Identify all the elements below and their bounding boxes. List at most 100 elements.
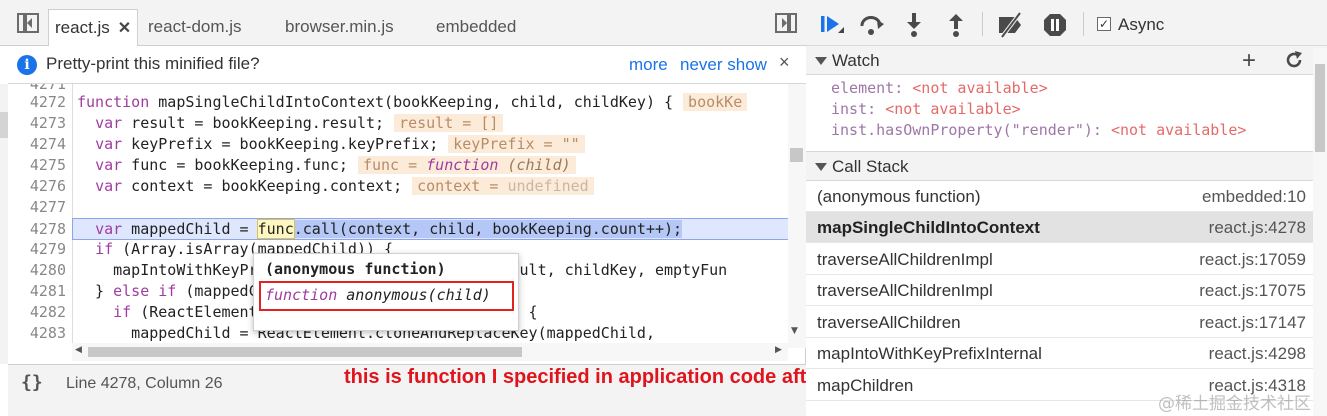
call-frame[interactable]: traverseAllChildrenImpl react.js:17059: [806, 244, 1327, 275]
keyword: else if: [113, 282, 177, 300]
code-line-4275: var func = bookKeeping.func; func = funct…: [77, 155, 576, 176]
line-number-breakpoint[interactable]: 4278: [8, 219, 68, 240]
line-number[interactable]: 4284: [8, 344, 68, 348]
call-frame[interactable]: traverseAllChildren react.js:17147: [806, 307, 1327, 338]
line-number[interactable]: 4282: [8, 302, 68, 323]
collapse-arrow-icon[interactable]: [815, 57, 827, 65]
gutter-divider: [72, 84, 73, 348]
popover-function-value[interactable]: function anonymous(child): [265, 286, 491, 304]
tab-react-js[interactable]: react.js ✕: [48, 9, 139, 46]
watch-item[interactable]: element: <not available>: [831, 79, 1048, 97]
close-icon[interactable]: ×: [779, 52, 790, 73]
toggle-debugger-icon[interactable]: [775, 13, 797, 33]
frame-function: mapChildren: [817, 376, 914, 395]
call-frame[interactable]: mapIntoWithKeyPrefixInternal react.js:429…: [806, 338, 1327, 369]
scroll-right-arrow-icon[interactable]: ▶: [775, 345, 782, 355]
inline-value: result = []: [394, 114, 504, 132]
editor-vertical-scrollbar[interactable]: [788, 84, 806, 348]
function-signature: anonymous(child): [337, 286, 491, 304]
frame-function: traverseAllChildrenImpl: [817, 281, 993, 300]
watch-item[interactable]: inst.hasOwnProperty("render"): <not avai…: [831, 121, 1246, 139]
code-line-4276: var context = bookKeeping.context; contex…: [77, 176, 594, 197]
tab-label: react.js: [55, 18, 110, 37]
tab-embedded[interactable]: embedded: [436, 9, 516, 46]
code-text: mappedChild =: [122, 220, 258, 238]
watch-section-header[interactable]: Watch +: [806, 45, 1327, 75]
scroll-left-arrow-icon[interactable]: ◀: [75, 345, 82, 355]
tab-browser-min-js[interactable]: browser.min.js: [285, 9, 394, 46]
step-into-icon[interactable]: [904, 12, 924, 38]
watch-item[interactable]: inst: <not available>: [831, 100, 1021, 118]
line-number[interactable]: 4272: [8, 92, 68, 113]
call-frame[interactable]: traverseAllChildrenImpl react.js:17075: [806, 275, 1327, 306]
code-text: result = bookKeeping.result;: [122, 114, 385, 132]
infobar-message: Pretty-print this minified file?: [46, 54, 260, 73]
code-text: }: [77, 282, 114, 300]
call-stack-section-header[interactable]: Call Stack: [806, 151, 1327, 181]
keyword: var: [95, 220, 123, 238]
step-out-icon[interactable]: [946, 12, 966, 38]
hover-value-popover: (anonymous function) function anonymous(…: [253, 253, 519, 331]
debugger-toolbar: ✓ Async: [806, 0, 1327, 48]
scroll-down-arrow-icon[interactable]: ▼: [791, 326, 798, 336]
scrollbar-thumb[interactable]: [1315, 64, 1325, 152]
frame-function: traverseAllChildren: [817, 313, 961, 332]
async-checkbox[interactable]: ✓: [1097, 17, 1111, 31]
pause-on-exceptions-icon[interactable]: [1042, 12, 1068, 38]
frame-location: react.js:17059: [1199, 250, 1306, 269]
call-frame-selected[interactable]: mapSingleChildIntoContext react.js:4278: [806, 212, 1327, 243]
step-over-icon[interactable]: [858, 12, 886, 38]
add-watch-icon[interactable]: +: [1242, 47, 1256, 75]
deactivate-breakpoints-icon[interactable]: [996, 11, 1026, 39]
hovered-token[interactable]: func: [256, 219, 295, 239]
keyword: var: [95, 156, 123, 174]
inline-value: bookKe: [683, 93, 748, 111]
code-line-4273: var result = bookKeeping.result; result =…: [77, 113, 504, 134]
scrollbar-thumb[interactable]: [88, 347, 522, 357]
close-tab-icon[interactable]: ✕: [118, 20, 131, 37]
line-number[interactable]: 4280: [8, 260, 68, 281]
frame-location: react.js:4298: [1208, 344, 1306, 363]
line-number[interactable]: 4273: [8, 113, 68, 134]
inline-value: context = undefined: [412, 177, 594, 195]
line-number[interactable]: 4279: [8, 239, 68, 260]
refresh-icon[interactable]: [1284, 50, 1304, 75]
inline-value-undefined: undefined: [507, 177, 589, 195]
code-text: mapSingleChildIntoContext(bookKeeping, c…: [149, 93, 674, 111]
line-number[interactable]: 4275: [8, 155, 68, 176]
scrollbar-thumb[interactable]: [790, 148, 803, 162]
code-text: context = bookKeeping.context;: [122, 177, 403, 195]
collapse-arrow-icon[interactable]: [815, 163, 827, 171]
line-number[interactable]: 4274: [8, 134, 68, 155]
never-show-link[interactable]: never show: [680, 55, 767, 75]
frame-function: mapIntoWithKeyPrefixInternal: [817, 344, 1042, 363]
code-line-4278: var mappedChild = func.call(context, chi…: [77, 219, 683, 240]
keyword: var: [95, 114, 123, 132]
frame-function: traverseAllChildrenImpl: [817, 250, 993, 269]
toggle-navigator-icon[interactable]: [17, 13, 39, 33]
toolbar-separator: [1083, 12, 1084, 36]
frame-location: embedded:10: [1202, 187, 1306, 206]
watch-expression: element: [831, 79, 895, 97]
line-number[interactable]: 4283: [8, 323, 68, 344]
code-line-4272: function mapSingleChildIntoContext(bookK…: [77, 92, 748, 113]
inline-value: func = function (child): [357, 156, 576, 174]
code-text: keyPrefix = bookKeeping.keyPrefix;: [122, 135, 439, 153]
tab-react-dom-js[interactable]: react-dom.js: [148, 9, 242, 46]
async-label: Async: [1118, 15, 1165, 34]
more-link[interactable]: more: [629, 55, 668, 75]
inline-value-keyword: function: [426, 156, 499, 174]
line-number[interactable]: 4276: [8, 176, 68, 197]
call-frame[interactable]: (anonymous function) embedded:10: [806, 181, 1327, 212]
resume-icon[interactable]: [819, 12, 845, 38]
frame-function: mapSingleChildIntoContext: [817, 218, 1040, 237]
code-text: func = bookKeeping.func;: [122, 156, 348, 174]
pretty-print-icon[interactable]: {}: [21, 372, 43, 393]
line-number[interactable]: 4277: [8, 197, 68, 218]
sources-editor-pane: react.js ✕ react-dom.js browser.min.js em…: [0, 0, 806, 416]
frame-location: react.js:17075: [1199, 281, 1306, 300]
watch-expression: inst: [831, 100, 868, 118]
line-number[interactable]: 4281: [8, 281, 68, 302]
